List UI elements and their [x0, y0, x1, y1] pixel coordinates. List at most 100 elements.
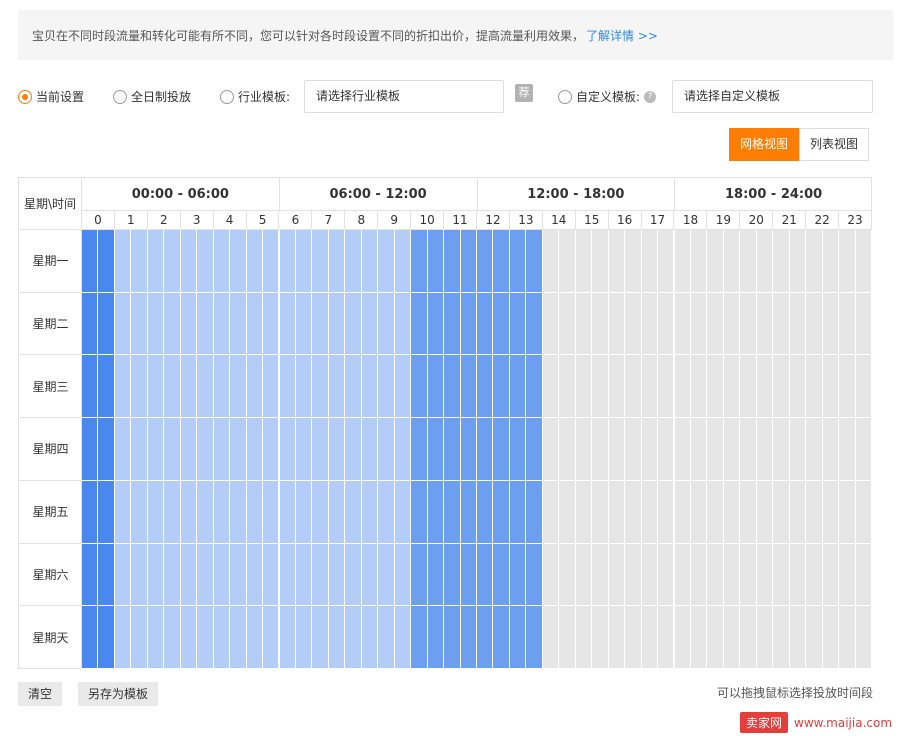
time-slot-cell[interactable] [394, 480, 412, 544]
radio-all-day[interactable]: 全日制投放 [113, 88, 191, 105]
time-slot-cell[interactable] [411, 543, 428, 607]
time-slot-cell[interactable] [164, 606, 181, 669]
time-slot-cell[interactable] [806, 543, 823, 607]
time-slot-cell[interactable] [526, 543, 543, 607]
time-slot-cell[interactable] [740, 480, 757, 544]
time-slot-cell[interactable] [295, 292, 313, 356]
time-slot-cell[interactable] [82, 292, 99, 356]
time-slot-cell[interactable] [180, 480, 198, 544]
time-slot-cell[interactable] [592, 480, 609, 544]
time-slot-cell[interactable] [378, 292, 395, 356]
clear-button[interactable]: 清空 [18, 682, 63, 706]
time-slot-cell[interactable] [641, 480, 659, 544]
time-slot-cell[interactable] [625, 230, 642, 293]
time-slot-cell[interactable] [444, 292, 461, 356]
time-slot-cell[interactable] [723, 480, 741, 544]
time-slot-cell[interactable] [98, 480, 115, 544]
time-slot-cell[interactable] [773, 355, 790, 419]
time-slot-cell[interactable] [263, 230, 280, 293]
time-slot-cell[interactable] [427, 355, 445, 419]
time-slot-cell[interactable] [839, 230, 856, 293]
time-slot-cell[interactable] [822, 606, 840, 669]
time-slot-cell[interactable] [131, 355, 148, 419]
time-slot-cell[interactable] [230, 230, 247, 293]
time-slot-cell[interactable] [328, 230, 346, 293]
time-slot-cell[interactable] [723, 355, 741, 419]
time-slot-cell[interactable] [295, 543, 313, 607]
time-slot-cell[interactable] [690, 606, 708, 669]
time-slot-cell[interactable] [460, 606, 477, 669]
time-slot-cell[interactable] [328, 355, 346, 419]
time-slot-cell[interactable] [707, 480, 724, 544]
time-slot-cell[interactable] [114, 230, 132, 293]
time-slot-cell[interactable] [559, 230, 576, 293]
time-slot-cell[interactable] [147, 480, 165, 544]
time-slot-cell[interactable] [114, 355, 132, 419]
time-slot-cell[interactable] [559, 418, 576, 481]
time-slot-cell[interactable] [230, 418, 247, 481]
time-slot-cell[interactable] [592, 543, 609, 607]
time-slot-cell[interactable] [839, 355, 856, 419]
time-slot-cell[interactable] [789, 480, 807, 544]
time-slot-cell[interactable] [756, 480, 774, 544]
time-slot-cell[interactable] [98, 292, 115, 356]
time-slot-cell[interactable] [279, 480, 296, 544]
time-slot-cell[interactable] [542, 355, 560, 419]
time-slot-cell[interactable] [575, 543, 593, 607]
time-slot-cell[interactable] [444, 543, 461, 607]
time-slot-cell[interactable] [131, 606, 148, 669]
time-slot-cell[interactable] [658, 355, 675, 419]
time-slot-cell[interactable] [164, 480, 181, 544]
time-slot-cell[interactable] [345, 480, 362, 544]
time-slot-cell[interactable] [625, 480, 642, 544]
time-slot-cell[interactable] [756, 418, 774, 481]
time-slot-cell[interactable] [822, 230, 840, 293]
time-slot-cell[interactable] [394, 230, 412, 293]
time-slot-cell[interactable] [493, 292, 510, 356]
time-slot-cell[interactable] [575, 230, 593, 293]
schedule-cells[interactable] [82, 230, 872, 669]
time-slot-cell[interactable] [345, 543, 362, 607]
recommend-icon[interactable]: 荐 [515, 84, 533, 102]
time-slot-cell[interactable] [82, 418, 99, 481]
time-slot-cell[interactable] [740, 355, 757, 419]
time-slot-cell[interactable] [740, 543, 757, 607]
time-slot-cell[interactable] [361, 606, 379, 669]
time-slot-cell[interactable] [114, 418, 132, 481]
time-slot-cell[interactable] [806, 292, 823, 356]
list-view-button[interactable]: 列表视图 [799, 128, 870, 161]
time-slot-cell[interactable] [559, 543, 576, 607]
time-slot-cell[interactable] [345, 418, 362, 481]
time-slot-cell[interactable] [773, 480, 790, 544]
time-slot-cell[interactable] [444, 355, 461, 419]
time-slot-cell[interactable] [82, 543, 99, 607]
industry-template-select[interactable]: 请选择行业模板 [304, 80, 504, 113]
time-slot-cell[interactable] [131, 543, 148, 607]
time-slot-cell[interactable] [98, 606, 115, 669]
time-slot-cell[interactable] [444, 230, 461, 293]
time-slot-cell[interactable] [493, 355, 510, 419]
time-slot-cell[interactable] [641, 418, 659, 481]
time-slot-cell[interactable] [723, 230, 741, 293]
time-slot-cell[interactable] [839, 480, 856, 544]
time-slot-cell[interactable] [477, 230, 494, 293]
grid-view-button[interactable]: 网格视图 [729, 128, 800, 161]
time-slot-cell[interactable] [789, 355, 807, 419]
time-slot-cell[interactable] [477, 418, 494, 481]
time-slot-cell[interactable] [213, 480, 231, 544]
custom-template-select[interactable]: 请选择自定义模板 [672, 80, 873, 113]
time-slot-cell[interactable] [312, 230, 329, 293]
time-slot-cell[interactable] [477, 543, 494, 607]
time-slot-cell[interactable] [608, 418, 626, 481]
time-slot-cell[interactable] [855, 543, 872, 607]
time-slot-cell[interactable] [427, 480, 445, 544]
time-slot-cell[interactable] [164, 543, 181, 607]
time-slot-cell[interactable] [542, 292, 560, 356]
time-slot-cell[interactable] [230, 355, 247, 419]
time-slot-cell[interactable] [394, 543, 412, 607]
time-slot-cell[interactable] [789, 292, 807, 356]
time-slot-cell[interactable] [756, 355, 774, 419]
time-slot-cell[interactable] [197, 292, 214, 356]
time-slot-cell[interactable] [690, 480, 708, 544]
time-slot-cell[interactable] [345, 355, 362, 419]
